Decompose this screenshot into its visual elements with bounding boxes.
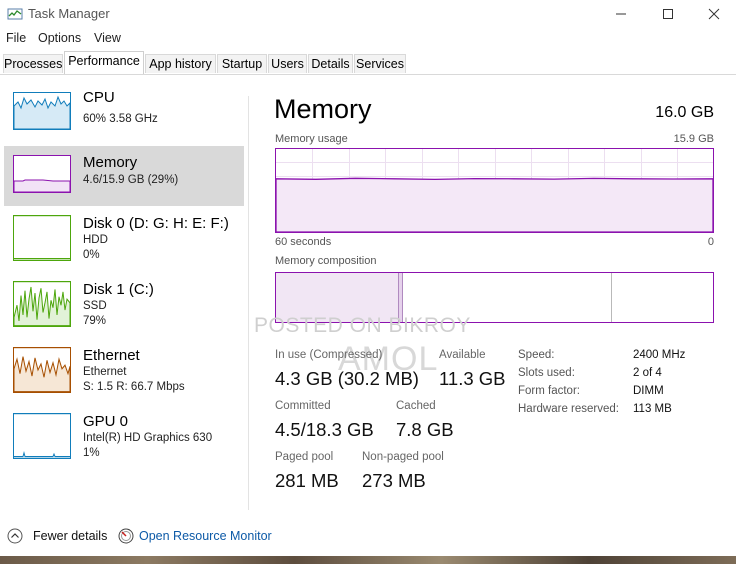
disk0-thumbnail-graph (13, 215, 71, 261)
tab-users[interactable]: Users (268, 54, 307, 73)
available-value: 11.3 GB (439, 368, 506, 389)
sidebar-item-disk0[interactable]: Disk 0 (D: G: H: E: F:) HDD 0% (4, 213, 244, 273)
background-strip (0, 556, 736, 564)
sidebar-label-ethernet: Ethernet (83, 347, 140, 364)
tab-startup[interactable]: Startup (217, 54, 267, 73)
memory-thumbnail-graph (13, 155, 71, 193)
memory-composition-label: Memory composition (275, 255, 377, 267)
cached-value: 7.8 GB (396, 419, 454, 440)
tab-performance[interactable]: Performance (64, 51, 144, 74)
speed-label: Speed: (518, 349, 555, 361)
minimize-icon (616, 13, 626, 15)
maximize-icon (663, 9, 673, 19)
menu-view[interactable]: View (94, 31, 121, 45)
task-manager-icon (7, 6, 23, 22)
fewer-details-button[interactable]: Fewer details (33, 529, 107, 543)
sidebar-sub-disk0-usage: 0% (83, 249, 100, 261)
disk1-thumbnail-graph (13, 281, 71, 327)
close-button[interactable] (691, 0, 736, 28)
sidebar-label-gpu: GPU 0 (83, 413, 129, 430)
sidebar-label-cpu: CPU (83, 89, 115, 106)
sidebar-label-memory: Memory (83, 154, 138, 171)
menu-file[interactable]: File (6, 31, 26, 45)
page-title: Memory (274, 94, 372, 124)
available-label: Available (439, 349, 486, 361)
tab-details[interactable]: Details (308, 54, 353, 73)
hardware-reserved-label: Hardware reserved: (518, 403, 619, 415)
close-icon (708, 8, 720, 20)
memory-usage-max: 15.9 GB (673, 133, 714, 145)
time-axis-end: 0 (707, 236, 714, 248)
sidebar-sub-gpu-model: Intel(R) HD Graphics 630 (83, 432, 213, 444)
ethernet-thumbnail-graph (13, 347, 71, 393)
form-factor-value: DIMM (633, 385, 664, 397)
cached-label: Cached (396, 400, 436, 412)
maximize-button[interactable] (645, 0, 691, 28)
sidebar-item-ethernet[interactable]: Ethernet Ethernet S: 1.5 R: 66.7 Mbps (4, 345, 244, 405)
cpu-thumbnail-graph (13, 92, 71, 130)
composition-free (612, 273, 713, 322)
sidebar-sub-disk1-usage: 79% (83, 315, 107, 327)
hardware-reserved-value: 113 MB (633, 403, 672, 415)
menu-options[interactable]: Options (38, 31, 81, 45)
memory-usage-graph (275, 148, 714, 233)
sidebar-label-disk0: Disk 0 (D: G: H: E: F:) (83, 215, 229, 232)
sidebar-item-disk1[interactable]: Disk 1 (C:) SSD 79% (4, 279, 244, 339)
nonpaged-pool-label: Non-paged pool (362, 451, 444, 463)
sidebar-sub-memory: 4.6/15.9 GB (29%) (83, 174, 179, 186)
in-use-value: 4.3 GB (30.2 MB) (275, 368, 419, 389)
sidebar-item-memory[interactable]: Memory 4.6/15.9 GB (29%) (4, 146, 244, 206)
slots-used-value: 2 of 4 (633, 367, 662, 379)
time-axis-start: 60 seconds (275, 236, 332, 248)
committed-value: 4.5/18.3 GB (275, 419, 374, 440)
nonpaged-pool-value: 273 MB (362, 470, 426, 491)
sidebar-item-gpu[interactable]: GPU 0 Intel(R) HD Graphics 630 1% (4, 411, 244, 471)
open-resource-monitor-link[interactable]: Open Resource Monitor (139, 529, 272, 543)
paged-pool-label: Paged pool (275, 451, 334, 463)
gpu-thumbnail-graph (13, 413, 71, 459)
memory-total: 16.0 GB (655, 104, 714, 121)
sidebar-sub-cpu: 60% 3.58 GHz (83, 113, 158, 125)
window-title: Task Manager (28, 6, 110, 21)
sidebar-sub-ethernet-type: Ethernet (83, 366, 127, 378)
tab-services[interactable]: Services (354, 54, 406, 73)
chevron-up-circle-icon[interactable] (7, 528, 23, 544)
sidebar-label-disk1: Disk 1 (C:) (83, 281, 154, 298)
sidebar-sub-disk1-type: SSD (83, 300, 107, 312)
memory-usage-label: Memory usage (275, 133, 348, 145)
sidebar-sub-disk0-type: HDD (83, 234, 108, 246)
sidebar-sub-ethernet-rate: S: 1.5 R: 66.7 Mbps (83, 381, 185, 393)
form-factor-label: Form factor: (518, 385, 580, 397)
minimize-button[interactable] (598, 0, 644, 28)
sidebar-divider (248, 96, 249, 510)
paged-pool-value: 281 MB (275, 470, 339, 491)
sidebar-sub-gpu-usage: 1% (83, 447, 100, 459)
watermark-posted: POSTED ON BIKROY (254, 314, 471, 337)
memory-usage-series (275, 177, 714, 233)
resource-monitor-icon (118, 528, 134, 544)
committed-label: Committed (275, 400, 331, 412)
tab-processes[interactable]: Processes (3, 54, 63, 73)
speed-value: 2400 MHz (633, 349, 686, 361)
in-use-label: In use (Compressed) (275, 349, 383, 361)
slots-used-label: Slots used: (518, 367, 575, 379)
tab-app-history[interactable]: App history (145, 54, 216, 73)
sidebar-item-cpu[interactable]: CPU 60% 3.58 GHz (4, 87, 244, 147)
